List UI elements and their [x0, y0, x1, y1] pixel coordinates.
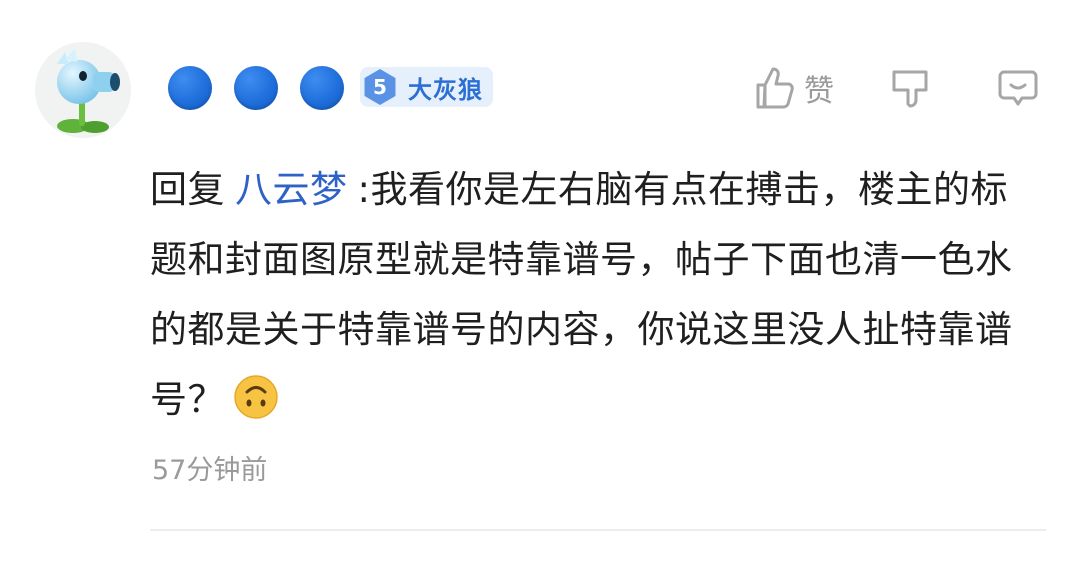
masked-nickname[interactable] — [168, 66, 344, 110]
level-title: 大灰狼 — [408, 75, 483, 104]
user-level-badge[interactable]: 5 大灰狼 — [360, 67, 493, 107]
user-avatar[interactable] — [35, 42, 131, 138]
comment-reply-icon — [998, 70, 1038, 106]
reply-to-user-link[interactable]: 八云梦 — [235, 168, 348, 211]
nickname-mask-dot — [300, 66, 344, 110]
peashooter-plant-icon — [57, 48, 120, 133]
thumbs-up-icon — [756, 67, 794, 109]
like-label: 赞 — [804, 74, 834, 109]
divider — [150, 529, 1046, 531]
nickname-mask-dot — [234, 66, 278, 110]
like-button[interactable]: 赞 — [754, 65, 834, 111]
level-number: 5 — [364, 69, 396, 105]
nickname-mask-dot — [168, 66, 212, 110]
comment-item: 5 大灰狼 赞 回复 八云梦:我看你是左右脑有点在搏击，楼主的标题和封面图原型就是… — [0, 0, 1082, 566]
comment-actions: 赞 — [754, 62, 1042, 114]
thumbs-down-icon — [892, 70, 928, 108]
dislike-button[interactable] — [886, 64, 934, 112]
comment-timestamp: 57分钟前 — [152, 455, 268, 486]
reply-button[interactable] — [994, 64, 1042, 112]
reply-prefix: 回复 — [150, 168, 225, 211]
upside-down-face-emoji — [234, 375, 278, 419]
comment-text: 回复 八云梦:我看你是左右脑有点在搏击，楼主的标题和封面图原型就是特靠谱号，帖子下… — [150, 155, 1040, 435]
